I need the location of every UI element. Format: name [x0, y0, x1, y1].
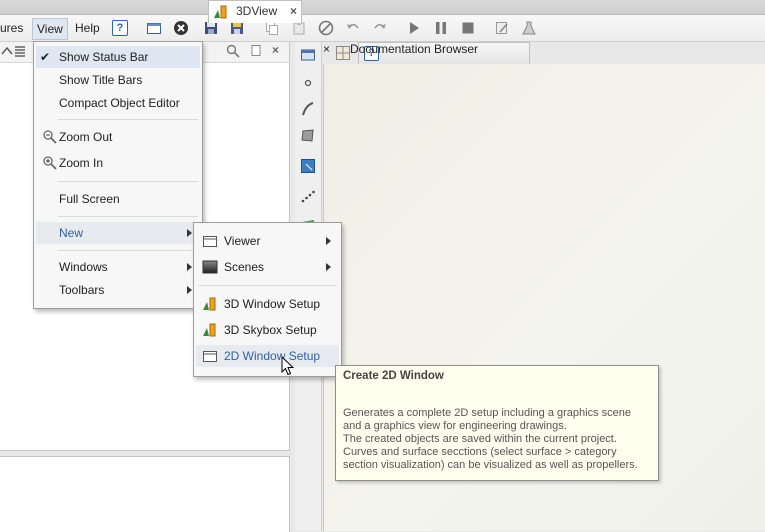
- search-icon[interactable]: [226, 44, 240, 61]
- tooltip-title: Create 2D Window: [343, 370, 444, 382]
- menu-item-label: 3D Window Setup: [224, 297, 321, 311]
- submenu-arrow-icon: [187, 286, 192, 294]
- collapse-icon[interactable]: [0, 44, 14, 61]
- menu-item-new[interactable]: New: [36, 222, 200, 244]
- menu-item-compact-object-editor[interactable]: Compact Object Editor: [36, 92, 200, 114]
- submenu-arrow-icon: [187, 263, 192, 271]
- submenu-arrow-icon: [326, 237, 331, 245]
- close-tab-icon[interactable]: ×: [323, 42, 330, 56]
- menu-separator: [58, 250, 198, 251]
- menu-bar: ures View Help ?: [0, 15, 765, 42]
- menu-item-label: Zoom Out: [59, 130, 113, 144]
- menu-item-label: Compact Object Editor: [59, 96, 180, 110]
- zoom-out-icon: [42, 129, 58, 145]
- menu-item-label: 2D Window Setup: [224, 349, 321, 363]
- window-icon: [202, 233, 218, 249]
- undo-icon[interactable]: [344, 19, 362, 37]
- surface-icon[interactable]: [300, 128, 316, 144]
- menu-item-label: New: [59, 226, 84, 240]
- cancel-icon[interactable]: [317, 19, 335, 37]
- stop-icon[interactable]: [459, 19, 477, 37]
- window-icon: [202, 348, 218, 364]
- view-menu: ✔ Show Status Bar Show Title Bars Compac…: [33, 41, 203, 309]
- menu-item-label: Toolbars: [59, 283, 105, 297]
- tab-3dview[interactable]: 3DView ×: [208, 0, 302, 23]
- menu-item-windows[interactable]: Windows: [36, 256, 200, 278]
- property-panel: [0, 456, 290, 532]
- menu-item-label: Viewer: [224, 234, 261, 248]
- menu-item-label: Scenes: [224, 260, 265, 274]
- scene-icon: [202, 259, 218, 275]
- menu-separator: [58, 216, 198, 217]
- menu-item-label: Show Status Bar: [59, 50, 149, 64]
- tooltip-line: Curves and surface secctions (select sur…: [343, 446, 617, 458]
- submenu-arrow-icon: [326, 263, 331, 271]
- play-icon[interactable]: [405, 19, 423, 37]
- new-submenu: Viewer Scenes 3D Window Setup 3D Skybox …: [193, 222, 342, 377]
- redo-icon[interactable]: [371, 19, 389, 37]
- window-title-strip: [0, 0, 765, 15]
- window-icon[interactable]: [300, 47, 316, 63]
- menu-item-label: Full Screen: [59, 192, 120, 206]
- tooltip-line: and a graphics view for engineering draw…: [343, 420, 567, 432]
- new-window-icon[interactable]: [145, 19, 163, 37]
- tab-bar: ? Documentation Browser ×: [323, 42, 765, 64]
- menu-item-label: 3D Skybox Setup: [224, 323, 317, 337]
- menu-help[interactable]: Help: [71, 18, 104, 38]
- zoom-in-icon: [42, 155, 58, 171]
- point-icon[interactable]: [300, 75, 316, 91]
- menu-item-toolbars[interactable]: Toolbars: [36, 279, 200, 301]
- pause-icon[interactable]: [432, 19, 450, 37]
- menu-item-viewer[interactable]: Viewer: [196, 230, 339, 252]
- float-panel-icon[interactable]: [249, 44, 263, 61]
- menu-item-full-screen[interactable]: Full Screen: [36, 188, 200, 210]
- tooltip-body: Generates a complete 2D setup including …: [343, 407, 638, 472]
- menu-item-zoom-out[interactable]: Zoom Out: [36, 126, 200, 148]
- menu-item-scenes[interactable]: Scenes: [196, 256, 339, 278]
- edit-icon[interactable]: [493, 19, 511, 37]
- menu-item-label: Zoom In: [59, 156, 104, 170]
- tab-label: 3DView: [236, 4, 278, 18]
- menu-item-show-status-bar[interactable]: ✔ Show Status Bar: [36, 46, 200, 68]
- curve-icon[interactable]: [300, 101, 316, 117]
- menu-item-2d-window-setup[interactable]: 2D Window Setup: [196, 345, 339, 367]
- 3d-view-icon: [213, 4, 229, 27]
- submenu-arrow-icon: [187, 229, 192, 237]
- tooltip-line: The created objects are saved within the…: [343, 433, 617, 445]
- menu-item-3d-skybox-setup[interactable]: 3D Skybox Setup: [196, 319, 339, 341]
- help-icon[interactable]: ?: [111, 19, 129, 37]
- menu-separator: [58, 119, 198, 120]
- menu-item-zoom-in[interactable]: Zoom In: [36, 152, 200, 174]
- dotted-line-icon[interactable]: [300, 188, 316, 204]
- menu-item-show-title-bars[interactable]: Show Title Bars: [36, 69, 200, 91]
- menu-item-3d-window-setup[interactable]: 3D Window Setup: [196, 293, 339, 315]
- menu-item-label: Show Title Bars: [59, 73, 143, 87]
- tooltip: Create 2D Window Generates a complete 2D…: [335, 365, 659, 481]
- 3d-view-icon: [202, 322, 218, 338]
- menu-view[interactable]: View: [32, 18, 68, 40]
- tab-label: Documentation Browser: [350, 42, 479, 56]
- list-icon[interactable]: [14, 45, 26, 60]
- 3d-view-icon: [202, 296, 218, 312]
- menu-separator: [198, 285, 337, 286]
- menu-separator: [58, 181, 198, 182]
- mouse-cursor-icon: [281, 356, 295, 376]
- flask-icon[interactable]: [520, 19, 538, 37]
- layout-icon[interactable]: [335, 45, 351, 64]
- check-icon: ✔: [40, 50, 51, 64]
- close-circle-icon[interactable]: [172, 19, 190, 37]
- menu-item-label: Windows: [59, 260, 108, 274]
- menu-structures[interactable]: ures: [0, 18, 27, 38]
- close-tab-icon[interactable]: ×: [290, 1, 297, 22]
- select-region-icon[interactable]: [300, 158, 316, 174]
- tooltip-line: section visualization) can be visualized…: [343, 459, 638, 471]
- close-panel-icon[interactable]: ×: [272, 43, 279, 57]
- tooltip-line: Generates a complete 2D setup including …: [343, 407, 632, 419]
